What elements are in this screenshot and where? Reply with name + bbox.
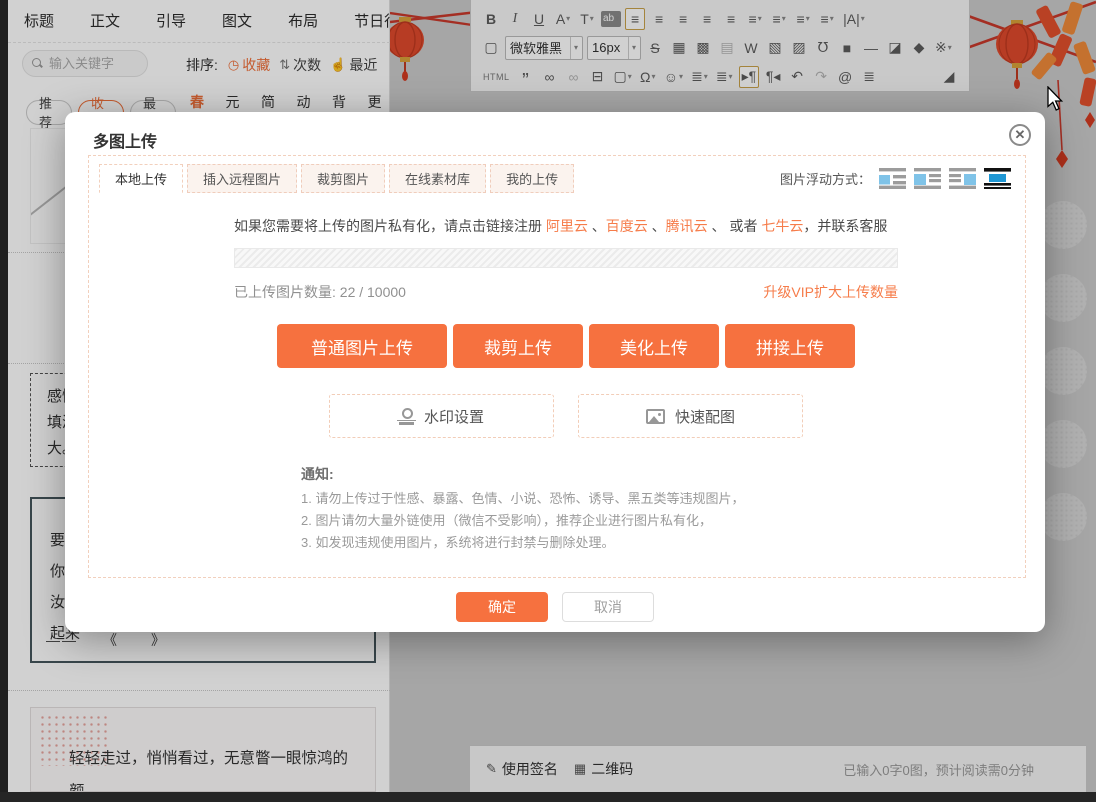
- upload-button-拼接上传[interactable]: 拼接上传: [725, 324, 855, 368]
- uploaded-count: 已上传图片数量: 22 / 10000: [234, 282, 406, 302]
- tool-button-label: 快速配图: [675, 406, 735, 427]
- tool-button-水印设置[interactable]: 水印设置: [329, 394, 554, 438]
- multi-image-upload-dialog: 多图上传 ✕ 本地上传插入远程图片裁剪图片在线素材库我的上传 图片浮动方式：: [65, 112, 1045, 632]
- cloud-link-腾讯云[interactable]: 腾讯云: [666, 218, 708, 234]
- upload-buttons-row: 普通图片上传裁剪上传美化上传拼接上传: [234, 324, 898, 368]
- cancel-button[interactable]: 取消: [562, 592, 654, 622]
- upload-tabs: 本地上传插入远程图片裁剪图片在线素材库我的上传: [99, 164, 574, 193]
- cloud-separator: 、: [708, 218, 726, 234]
- float-mode-center-icon[interactable]: [984, 168, 1011, 189]
- dialog-footer: 确定 取消: [65, 592, 1045, 622]
- upload-button-美化上传[interactable]: 美化上传: [589, 324, 719, 368]
- notice-line: 1. 请勿上传过于性感、暴露、色情、小说、恐怖、诱导、黑五类等违规图片，: [301, 488, 744, 510]
- tool-button-label: 水印设置: [424, 406, 484, 427]
- upload-count-row: 已上传图片数量: 22 / 10000 升级VIP扩大上传数量: [234, 282, 898, 302]
- stamp-icon: [399, 408, 414, 425]
- cloud-link-七牛云[interactable]: 七牛云: [761, 218, 803, 234]
- float-mode-inline-icon[interactable]: [879, 168, 906, 189]
- upload-progress-track: [234, 248, 898, 268]
- cloud-separator: 、: [588, 218, 606, 234]
- cloud-link-阿里云[interactable]: 阿里云: [546, 218, 588, 234]
- notice-suffix: ，并联系客服: [803, 218, 887, 234]
- float-mode-left-icon[interactable]: [914, 168, 941, 189]
- cloud-conjunction: 或者: [726, 218, 762, 234]
- notice-title: 通知:: [301, 464, 744, 484]
- quick-image-icon: [646, 409, 665, 424]
- float-mode-right-icon[interactable]: [949, 168, 976, 189]
- vip-upgrade-link[interactable]: 升级VIP扩大上传数量: [763, 282, 898, 302]
- notice-line: 2. 图片请勿大量外链使用（微信不受影响），推荐企业进行图片私有化，: [301, 510, 744, 532]
- tool-button-快速配图[interactable]: 快速配图: [578, 394, 803, 438]
- app-root: 标题正文引导图文布局节日行业 排序: ◷收藏⇅次数☝最近 推荐收藏最新春节元宵简…: [0, 0, 1096, 802]
- tab-在线素材库[interactable]: 在线素材库: [389, 164, 486, 193]
- dialog-title: 多图上传: [93, 128, 157, 152]
- float-mode-label: 图片浮动方式：: [780, 169, 871, 188]
- tab-我的上传[interactable]: 我的上传: [490, 164, 574, 193]
- close-icon[interactable]: ✕: [1009, 124, 1031, 146]
- upload-button-普通图片上传[interactable]: 普通图片上传: [277, 324, 447, 368]
- tool-buttons-row: 水印设置 快速配图: [234, 394, 898, 438]
- image-float-mode-row: 图片浮动方式：: [780, 168, 1011, 189]
- tab-插入远程图片[interactable]: 插入远程图片: [187, 164, 297, 193]
- notice-line: 3. 如发现违规使用图片，系统将进行封禁与删除处理。: [301, 532, 744, 554]
- tab-本地上传[interactable]: 本地上传: [99, 164, 183, 193]
- cloud-link-百度云[interactable]: 百度云: [606, 218, 648, 234]
- confirm-button[interactable]: 确定: [456, 592, 548, 622]
- tab-裁剪图片[interactable]: 裁剪图片: [301, 164, 385, 193]
- notice-block: 通知: 1. 请勿上传过于性感、暴露、色情、小说、恐怖、诱导、黑五类等违规图片，…: [301, 464, 744, 554]
- upload-button-裁剪上传[interactable]: 裁剪上传: [453, 324, 583, 368]
- dialog-panel: 本地上传插入远程图片裁剪图片在线素材库我的上传 图片浮动方式：: [88, 155, 1026, 578]
- privatize-notice: 如果您需要将上传的图片私有化，请点击链接注册 阿里云 、百度云 、腾讯云 、 或…: [234, 216, 898, 236]
- notice-prefix: 如果您需要将上传的图片私有化，请点击链接注册: [234, 218, 546, 234]
- cloud-separator: 、: [648, 218, 666, 234]
